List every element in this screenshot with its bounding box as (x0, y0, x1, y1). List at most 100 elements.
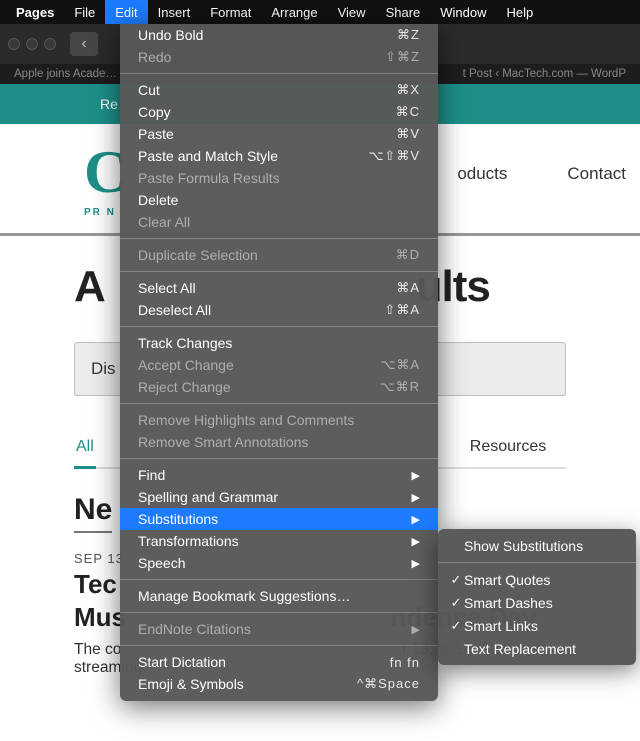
menu-item-cut[interactable]: Cut⌘X (120, 79, 438, 101)
menu-item-track-changes[interactable]: Track Changes (120, 332, 438, 354)
menu-item-deselect-all[interactable]: Deselect All⇧⌘A (120, 299, 438, 321)
back-button[interactable]: ‹ (70, 32, 98, 56)
menu-item-redo: Redo⇧⌘Z (120, 46, 438, 68)
menu-item-label: Delete (138, 192, 420, 208)
display-label: Dis (91, 359, 116, 379)
menu-item-paste-and-match-style[interactable]: Paste and Match Style⌥⇧⌘V (120, 145, 438, 167)
menu-edit[interactable]: Edit (105, 0, 147, 24)
menu-shortcut: ⌘V (396, 126, 420, 142)
menu-item-transformations[interactable]: Transformations▶ (120, 530, 438, 552)
menu-separator (120, 403, 438, 404)
menu-share[interactable]: Share (376, 0, 431, 24)
menu-item-substitutions[interactable]: Substitutions▶ (120, 508, 438, 530)
chevron-right-icon: ▶ (412, 469, 420, 482)
menu-item-label: Paste (138, 126, 396, 142)
menu-item-find[interactable]: Find▶ (120, 464, 438, 486)
submenu-item-label: Text Replacement (464, 641, 624, 657)
menu-separator (120, 326, 438, 327)
menu-item-reject-change: Reject Change⌥⌘R (120, 376, 438, 398)
menu-shortcut: ⌘X (396, 82, 420, 98)
menu-item-label: Substitutions (138, 511, 412, 527)
menu-item-spelling-and-grammar[interactable]: Spelling and Grammar▶ (120, 486, 438, 508)
menu-item-speech[interactable]: Speech▶ (120, 552, 438, 574)
browser-tab[interactable]: Apple joins Acade… (14, 68, 117, 80)
menu-item-label: Manage Bookmark Suggestions… (138, 588, 420, 604)
banner-text: Re (100, 96, 118, 112)
menu-item-remove-smart-annotations: Remove Smart Annotations (120, 431, 438, 453)
primary-nav: oducts Contact (457, 164, 626, 184)
menu-item-accept-change: Accept Change⌥⌘A (120, 354, 438, 376)
checkmark-icon: ✓ (448, 618, 464, 634)
menu-item-label: Cut (138, 82, 396, 98)
chevron-right-icon: ▶ (412, 513, 420, 526)
submenu-item-text-replacement[interactable]: Text Replacement (438, 637, 636, 660)
menu-item-label: Paste and Match Style (138, 148, 368, 164)
submenu-item-smart-links[interactable]: ✓Smart Links (438, 614, 636, 637)
menu-shortcut: fn fn (390, 655, 420, 670)
menu-item-manage-bookmark-suggestions[interactable]: Manage Bookmark Suggestions… (120, 585, 438, 607)
menu-item-label: Transformations (138, 533, 412, 549)
menu-shortcut: ⌥⇧⌘V (368, 148, 420, 164)
checkmark-icon: ✓ (448, 572, 464, 588)
menu-item-label: EndNote Citations (138, 621, 412, 637)
menu-item-paste[interactable]: Paste⌘V (120, 123, 438, 145)
menu-item-label: Accept Change (138, 357, 380, 373)
menu-item-label: Reject Change (138, 379, 380, 395)
submenu-item-show-substitutions[interactable]: Show Substitutions (438, 534, 636, 557)
menu-view[interactable]: View (328, 0, 376, 24)
nav-products[interactable]: oducts (457, 164, 507, 184)
chevron-right-icon: ▶ (412, 557, 420, 570)
traffic-light-close[interactable] (8, 38, 20, 50)
menu-file[interactable]: File (64, 0, 105, 24)
menu-item-label: Remove Smart Annotations (138, 434, 420, 450)
traffic-light-max[interactable] (44, 38, 56, 50)
menu-arrange[interactable]: Arrange (261, 0, 327, 24)
menu-shortcut: ⌘A (396, 280, 420, 296)
menu-item-label: Remove Highlights and Comments (138, 412, 420, 428)
checkmark-icon: ✓ (448, 595, 464, 611)
submenu-item-smart-dashes[interactable]: ✓Smart Dashes (438, 591, 636, 614)
menu-item-label: Find (138, 467, 412, 483)
menu-item-delete[interactable]: Delete (120, 189, 438, 211)
menu-separator (438, 562, 636, 563)
menu-separator (120, 645, 438, 646)
menu-window[interactable]: Window (430, 0, 496, 24)
menu-item-select-all[interactable]: Select All⌘A (120, 277, 438, 299)
menu-item-label: Track Changes (138, 335, 420, 351)
chevron-right-icon: ▶ (412, 623, 420, 636)
menu-item-label: Undo Bold (138, 27, 397, 43)
menu-separator (120, 73, 438, 74)
menu-item-clear-all: Clear All (120, 211, 438, 233)
menu-item-undo-bold[interactable]: Undo Bold⌘Z (120, 24, 438, 46)
nav-contact[interactable]: Contact (567, 164, 626, 184)
menu-insert[interactable]: Insert (148, 0, 201, 24)
tab-resources[interactable]: Resources (468, 438, 548, 467)
browser-tab-right[interactable]: t Post ‹ MacTech.com — WordP (463, 68, 626, 80)
submenu-item-label: Show Substitutions (464, 538, 624, 554)
chevron-right-icon: ▶ (412, 491, 420, 504)
menu-item-emoji-symbols[interactable]: Emoji & Symbols^⌘Space (120, 673, 438, 695)
menu-item-label: Paste Formula Results (138, 170, 420, 186)
menu-shortcut: ⌥⌘A (380, 357, 420, 373)
traffic-light-min[interactable] (26, 38, 38, 50)
menu-item-paste-formula-results: Paste Formula Results (120, 167, 438, 189)
menu-format[interactable]: Format (200, 0, 261, 24)
menu-item-label: Spelling and Grammar (138, 489, 412, 505)
chevron-right-icon: ▶ (412, 535, 420, 548)
submenu-item-label: Smart Links (464, 618, 624, 634)
menubar: Pages File Edit Insert Format Arrange Vi… (0, 0, 640, 24)
edit-menu-dropdown: Undo Bold⌘ZRedo⇧⌘ZCut⌘XCopy⌘CPaste⌘VPast… (120, 24, 438, 701)
app-menu[interactable]: Pages (6, 0, 64, 24)
menu-help[interactable]: Help (497, 0, 544, 24)
menu-shortcut: ⌘D (396, 247, 420, 263)
menu-item-remove-highlights-and-comments: Remove Highlights and Comments (120, 409, 438, 431)
submenu-item-smart-quotes[interactable]: ✓Smart Quotes (438, 568, 636, 591)
menu-item-copy[interactable]: Copy⌘C (120, 101, 438, 123)
section-heading: Ne (74, 493, 112, 533)
substitutions-submenu: Show Substitutions ✓Smart Quotes✓Smart Da… (438, 529, 636, 665)
menu-separator (120, 458, 438, 459)
tab-all[interactable]: All (74, 438, 96, 469)
menu-item-start-dictation[interactable]: Start Dictationfn fn (120, 651, 438, 673)
menu-shortcut: ⇧⌘Z (385, 49, 420, 65)
menu-separator (120, 579, 438, 580)
